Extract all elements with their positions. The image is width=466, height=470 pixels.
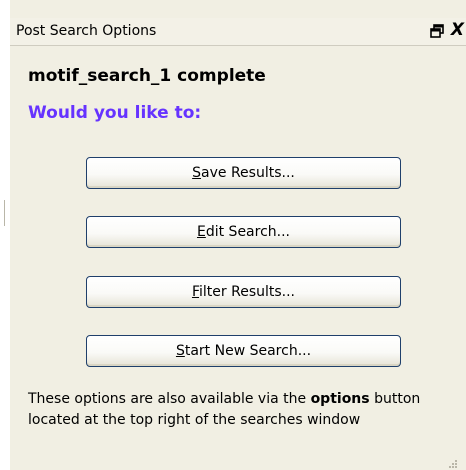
close-icon[interactable]: X [451,19,464,41]
edit-search-mnemonic: E [196,224,206,240]
filter-results-mnemonic: F [191,284,200,300]
start-new-search-label: tart New Search... [184,343,312,359]
filter-results-button[interactable]: Filter Results... [86,276,401,308]
edit-search-button[interactable]: Edit Search... [86,216,401,248]
splitter-handle[interactable] [4,200,5,226]
resize-grip-icon[interactable] [448,454,458,468]
title-bar: Post Search Options X [10,18,466,46]
filter-results-label: ilter Results... [199,284,296,300]
start-new-search-button[interactable]: Start New Search... [86,335,401,367]
left-edge [0,0,10,470]
post-search-options-panel: Post Search Options X motif_search_1 com… [0,0,466,470]
options-footnote: These options are also available via the… [28,389,458,431]
footnote-options-keyword: options [310,391,370,407]
window-title: Post Search Options [16,23,157,39]
prompt-subheading: Would you like to: [28,103,202,123]
edit-search-label: dit Search... [205,224,291,240]
search-complete-heading: motif_search_1 complete [28,66,266,86]
footnote-text-before: These options are also available via the [28,391,311,407]
float-window-icon[interactable] [430,23,444,39]
save-results-mnemonic: S [192,165,202,181]
save-results-button[interactable]: Save Results... [86,157,401,189]
save-results-label: ave Results... [201,165,295,181]
start-new-search-mnemonic: S [175,343,185,359]
